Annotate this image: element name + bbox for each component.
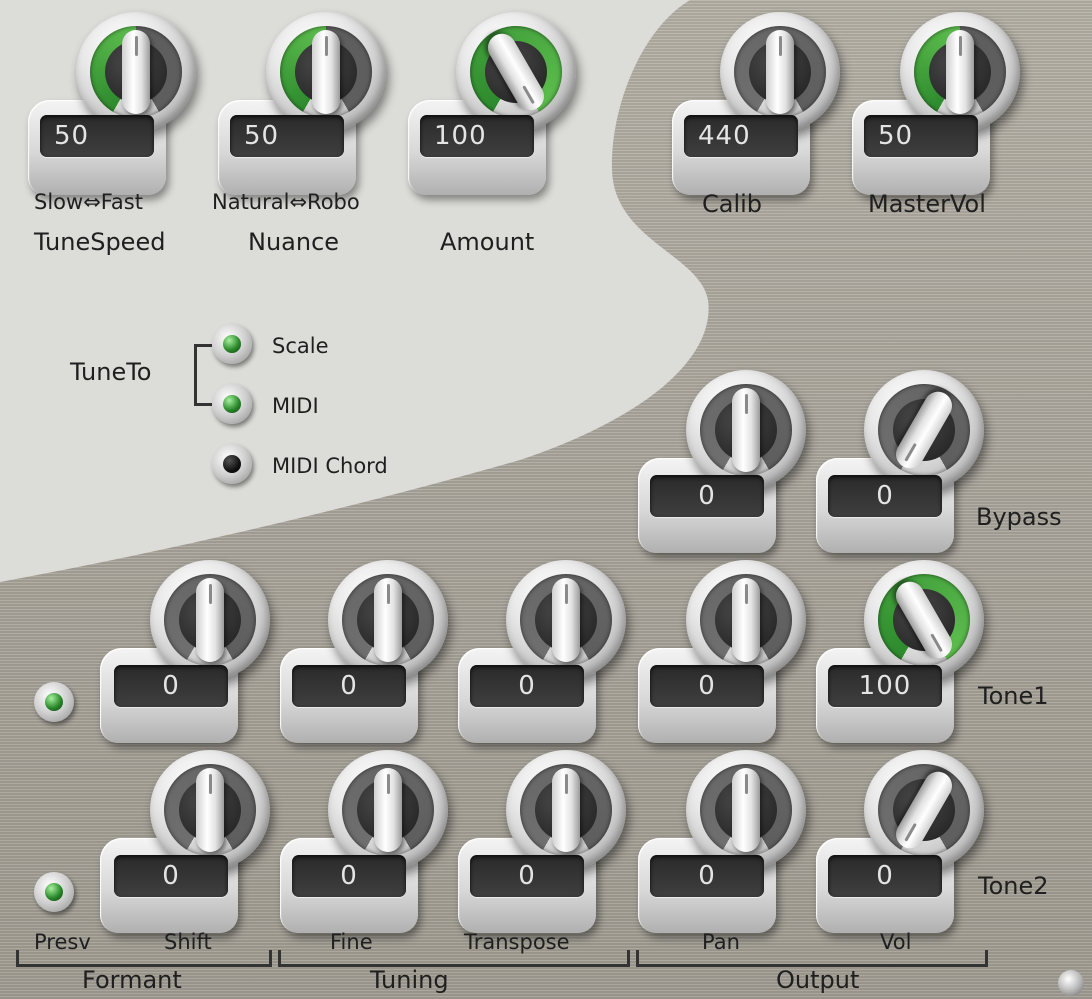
scale-radio-label: Scale — [272, 334, 329, 358]
tone2-label: Tone2 — [978, 872, 1049, 900]
output-group-bracket — [636, 950, 988, 967]
tuning-group-bracket — [278, 950, 630, 967]
tone1-formant-presv-led[interactable] — [34, 682, 74, 722]
tone1-vol-knob[interactable] — [864, 560, 984, 680]
tone1-shift-knob[interactable] — [150, 560, 270, 680]
bypass-label: Bypass — [976, 503, 1062, 531]
tone1-fine-knob[interactable] — [328, 560, 448, 680]
tone2-vol-value[interactable]: 0 — [828, 855, 942, 897]
tone1-pan-value[interactable]: 0 — [650, 665, 764, 707]
tuning-group-label: Tuning — [370, 966, 449, 994]
tone1-transpose-value[interactable]: 0 — [470, 665, 584, 707]
bypass-value-2[interactable]: 0 — [828, 475, 942, 517]
midi-chord-radio-label: MIDI Chord — [272, 454, 388, 478]
tuneto-label: TuneTo — [70, 358, 152, 386]
tone2-pan-value[interactable]: 0 — [650, 855, 764, 897]
bypass-knob-1[interactable] — [686, 370, 806, 490]
mastervol-knob[interactable] — [900, 12, 1020, 132]
midi-radio[interactable] — [212, 384, 252, 424]
tone1-vol-value[interactable]: 100 — [828, 665, 942, 707]
mastervol-value[interactable]: 50 — [864, 115, 978, 157]
midi-radio-label: MIDI — [272, 394, 319, 418]
tuneto-bracket — [194, 344, 197, 406]
tone2-fine-value[interactable]: 0 — [292, 855, 406, 897]
formant-group-bracket — [16, 950, 272, 967]
output-group-label: Output — [776, 966, 860, 994]
tone2-shift-value[interactable]: 0 — [114, 855, 228, 897]
amount-label: Amount — [440, 228, 535, 256]
tuneto-bracket-bottom — [194, 403, 212, 406]
tone1-fine-value[interactable]: 0 — [292, 665, 406, 707]
tone1-shift-value[interactable]: 0 — [114, 665, 228, 707]
nuance-knob[interactable] — [266, 12, 386, 132]
tunespeed-value[interactable]: 50 — [40, 115, 154, 157]
tuneto-bracket-top — [194, 344, 212, 347]
formant-group-label: Formant — [82, 966, 182, 994]
tone2-shift-knob[interactable] — [150, 750, 270, 870]
tone2-vol-knob[interactable] — [864, 750, 984, 870]
tone1-label: Tone1 — [978, 682, 1049, 710]
calib-label: Calib — [702, 190, 763, 218]
mastervol-label: MasterVol — [868, 190, 986, 218]
amount-value[interactable]: 100 — [420, 115, 534, 157]
tunespeed-label: TuneSpeed — [34, 228, 166, 256]
tone2-transpose-value[interactable]: 0 — [470, 855, 584, 897]
scale-radio[interactable] — [212, 324, 252, 364]
tone1-pan-knob[interactable] — [686, 560, 806, 680]
midi-chord-radio[interactable] — [212, 444, 252, 484]
nuance-value[interactable]: 50 — [230, 115, 344, 157]
calib-value[interactable]: 440 — [684, 115, 798, 157]
tone2-formant-presv-led[interactable] — [34, 872, 74, 912]
bypass-value-1[interactable]: 0 — [650, 475, 764, 517]
screw-icon — [1058, 970, 1084, 996]
tone2-fine-knob[interactable] — [328, 750, 448, 870]
amount-knob[interactable] — [456, 12, 576, 132]
calib-knob[interactable] — [720, 12, 840, 132]
nuance-label: Nuance — [248, 228, 340, 256]
nuance-range-label: Natural⇔Robo — [212, 190, 360, 214]
tunespeed-range-label: Slow⇔Fast — [34, 190, 143, 214]
bypass-knob-2[interactable] — [864, 370, 984, 490]
tone2-transpose-knob[interactable] — [506, 750, 626, 870]
tone1-transpose-knob[interactable] — [506, 560, 626, 680]
tone2-pan-knob[interactable] — [686, 750, 806, 870]
tunespeed-knob[interactable] — [76, 12, 196, 132]
